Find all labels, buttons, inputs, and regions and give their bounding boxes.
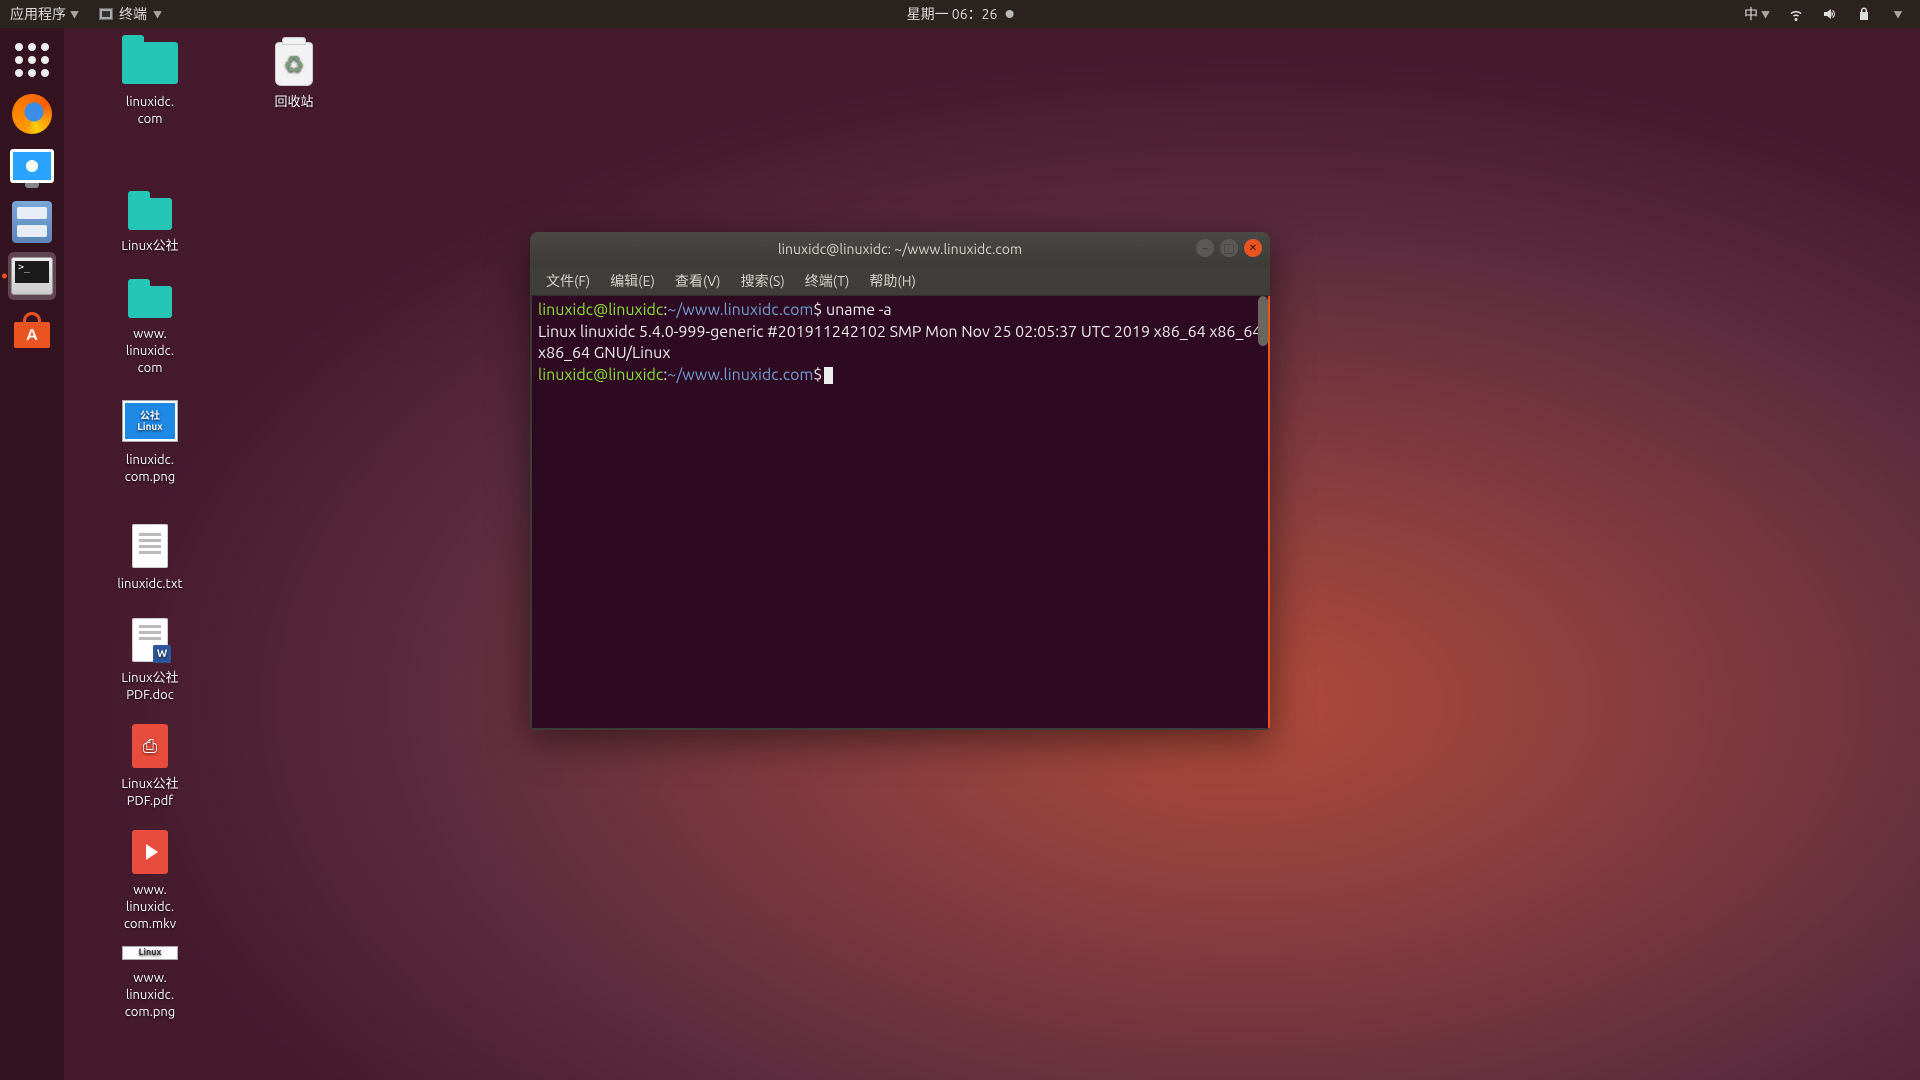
screenshot-icon [10,149,54,188]
ime-label: 中 [1744,4,1758,24]
chevron-down-icon: ▼ [70,8,79,21]
window-maximize-button[interactable]: ▢ [1220,239,1238,257]
desktop-video-file[interactable]: www.linuxidc.com.mkv [100,830,200,933]
cursor-icon [824,367,833,384]
datetime-label: 星期一 06：26 [907,4,998,24]
image-thumb-icon: Linux [122,946,178,960]
volume-icon[interactable] [1822,6,1838,22]
chevron-down-icon: ▼ [153,8,162,21]
icon-label: www.linuxidc.com.mkv [100,882,200,933]
dock-software[interactable] [8,306,56,354]
icon-label: linuxidc.com [100,94,200,128]
terminal-line: linuxidc@linuxidc:~/www.linuxidc.com$ un… [538,300,1262,322]
folder-icon [128,198,172,230]
window-title: linuxidc@linuxidc: ~/www.linuxidc.com [778,241,1022,257]
dock-files[interactable] [8,198,56,246]
desktop-trash[interactable]: 回收站 [244,42,344,111]
video-file-icon [132,830,168,874]
desktop-doc-file[interactable]: W Linux公社PDF.doc [100,618,200,704]
desktop-text-file[interactable]: linuxidc.txt [100,524,200,593]
terminal-menubar: 文件(F) 编辑(E) 查看(V) 搜索(S) 终端(T) 帮助(H) [530,266,1270,296]
menu-help[interactable]: 帮助(H) [861,268,924,294]
icon-label: Linux公社PDF.pdf [100,776,200,810]
desktop-pdf-file[interactable]: ⎙ Linux公社PDF.pdf [100,724,200,810]
terminal-small-icon [99,8,113,20]
menu-terminal[interactable]: 终端(T) [797,268,858,294]
window-close-button[interactable]: ✕ [1244,239,1262,257]
terminal-viewport[interactable]: linuxidc@linuxidc:~/www.linuxidc.com$ un… [532,296,1268,728]
dock-terminal[interactable] [8,252,56,300]
icon-label: linuxidc.txt [100,576,200,593]
scrollbar-thumb[interactable] [1258,296,1268,346]
active-app-menu[interactable]: 终端 ▼ [99,4,162,24]
input-method-indicator[interactable]: 中 ▼ [1744,4,1770,24]
terminal-window[interactable]: linuxidc@linuxidc: ~/www.linuxidc.com – … [530,232,1270,730]
menu-search[interactable]: 搜索(S) [733,268,793,294]
trash-icon [275,42,313,86]
desktop-folder-www[interactable]: www.linuxidc.com [100,286,200,377]
folder-icon [122,42,178,84]
menu-file[interactable]: 文件(F) [538,268,598,294]
terminal-prompt: linuxidc@linuxidc:~/www.linuxidc.com$ [538,365,1262,387]
applications-label: 应用程序 [10,4,66,24]
desktop-image-www-png[interactable]: Linux www.linuxidc.com.png [100,946,200,1021]
top-panel: 应用程序 ▼ 终端 ▼ 星期一 06：26 中 ▼ [0,0,1920,28]
dock-show-applications[interactable] [8,36,56,84]
icon-label: www.linuxidc.com [100,326,200,377]
running-indicator-icon [2,274,7,279]
system-menu-icon[interactable]: ▼ [1890,6,1906,22]
icon-label: www.linuxidc.com.png [100,970,200,1021]
menu-edit[interactable]: 编辑(E) [602,268,663,294]
notification-dot-icon [1005,10,1013,18]
desktop-folder-linuxidc[interactable]: linuxidc.com [100,42,200,128]
icon-label: linuxidc.com.png [100,452,200,486]
software-store-icon [11,312,53,348]
terminal-icon [11,257,53,295]
dock-screenshot[interactable] [8,144,56,192]
active-app-label: 终端 [119,4,147,24]
menu-view[interactable]: 查看(V) [667,268,729,294]
image-thumb-icon: 公社Linux [122,400,178,442]
apps-grid-icon [15,43,49,77]
window-minimize-button[interactable]: – [1196,239,1214,257]
folder-icon [128,286,172,318]
icon-label: Linux公社 [100,238,200,255]
icon-label: 回收站 [244,94,344,111]
lock-icon[interactable] [1856,6,1872,22]
window-resize-edge[interactable] [1268,296,1270,728]
doc-file-icon: W [132,618,168,662]
network-wifi-icon[interactable] [1788,6,1804,22]
terminal-titlebar[interactable]: linuxidc@linuxidc: ~/www.linuxidc.com – … [530,232,1270,266]
desktop-root: 应用程序 ▼ 终端 ▼ 星期一 06：26 中 ▼ [0,0,1920,1080]
dock-firefox[interactable] [8,90,56,138]
chevron-down-icon: ▼ [1761,8,1770,21]
dock [0,28,64,1080]
icon-label: Linux公社PDF.doc [100,670,200,704]
files-icon [12,201,52,243]
text-file-icon [132,524,168,568]
desktop-folder-linuxgongshe[interactable]: Linux公社 [100,198,200,255]
pdf-file-icon: ⎙ [132,724,168,768]
desktop-image-linuxidc-png[interactable]: 公社Linux linuxidc.com.png [100,400,200,486]
terminal-output: Linux linuxidc 5.4.0-999-generic #201911… [538,322,1262,365]
applications-menu[interactable]: 应用程序 ▼ [10,4,79,24]
clock[interactable]: 星期一 06：26 [907,4,1014,24]
firefox-icon [12,94,52,134]
